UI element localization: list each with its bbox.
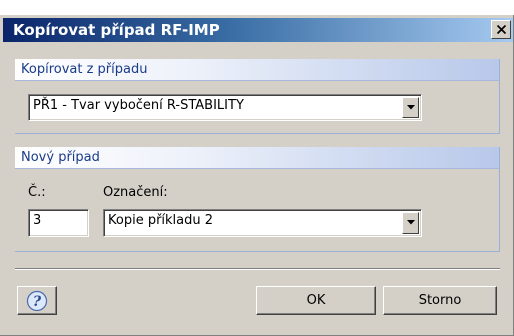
svg-text:?: ? [33, 294, 42, 310]
designation-dropdown-button[interactable] [402, 212, 419, 234]
copy-case-dialog: Kopírovat případ RF-IMP Kopírovat z příp… [0, 15, 514, 336]
case-number-input[interactable]: 3 [28, 209, 89, 237]
source-case-select[interactable]: PŘ1 - Tvar vybočení R-STABILITY [28, 94, 422, 121]
source-case-dropdown-button[interactable] [402, 97, 419, 118]
copy-from-group: Kopírovat z případu PŘ1 - Tvar vybočení … [15, 59, 500, 134]
case-number-label: Č.: [28, 185, 46, 200]
designation-label: Označení: [103, 185, 168, 200]
title-bar[interactable]: Kopírovat případ RF-IMP [3, 18, 513, 42]
source-case-value: PŘ1 - Tvar vybočení R-STABILITY [33, 98, 244, 113]
designation-select[interactable]: Kopie příkladu 2 [103, 209, 422, 237]
cancel-button[interactable]: Storno [383, 286, 497, 315]
case-number-value: 3 [33, 213, 42, 228]
close-button[interactable] [491, 20, 511, 39]
copy-from-heading: Kopírovat z případu [15, 59, 499, 81]
help-question-icon: ? [26, 290, 48, 312]
close-icon [497, 25, 506, 34]
designation-value: Kopie příkladu 2 [108, 213, 214, 228]
help-button[interactable]: ? [17, 286, 57, 315]
new-case-group: Nový případ Č.: Označení: 3 Kopie příkla… [15, 147, 500, 252]
chevron-down-icon [407, 220, 415, 225]
ok-button[interactable]: OK [256, 286, 376, 315]
window-title: Kopírovat případ RF-IMP [13, 21, 220, 39]
new-case-heading: Nový případ [15, 147, 499, 169]
separator [15, 268, 500, 270]
chevron-down-icon [407, 105, 415, 110]
